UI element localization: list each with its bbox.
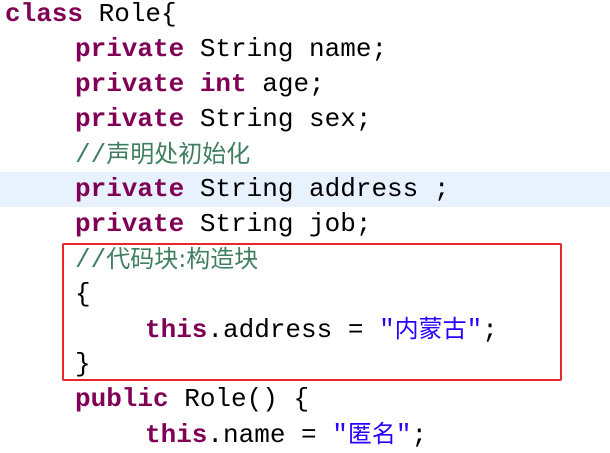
comment-token: //: [75, 245, 107, 275]
comment-token: 声明处初始化: [106, 140, 251, 168]
code-line[interactable]: this.address = "内蒙古";: [0, 312, 610, 347]
code-line[interactable]: private int age;: [0, 67, 610, 102]
code-line[interactable]: //代码块:构造块: [0, 242, 610, 277]
code-text: .address =: [207, 315, 380, 345]
keyword-token: private: [75, 104, 185, 134]
string-token: ": [395, 420, 412, 450]
comment-token: 代码块:构造块: [106, 245, 259, 273]
keyword-token: private: [75, 69, 185, 99]
code-line[interactable]: {: [0, 277, 610, 312]
code-text: ;: [482, 315, 498, 345]
code-line[interactable]: private String address ;: [0, 172, 610, 207]
code-line[interactable]: //声明处初始化: [0, 137, 610, 172]
string-token: ": [332, 420, 348, 450]
code-line[interactable]: private String name;: [0, 32, 610, 67]
string-token: 内蒙古: [394, 315, 467, 343]
keyword-token: this: [145, 420, 208, 450]
code-text: .name =: [207, 420, 333, 450]
code-text: }: [75, 349, 91, 379]
code-text: String sex;: [184, 104, 372, 134]
keyword-token: public: [75, 384, 169, 414]
code-line[interactable]: }: [0, 347, 610, 382]
string-token: 匿名: [347, 420, 396, 448]
code-text: Role() {: [168, 384, 310, 414]
code-line[interactable]: class Role{: [0, 0, 610, 32]
keyword-token: class: [5, 0, 84, 29]
keyword-token: int: [199, 69, 247, 99]
keyword-token: private: [75, 34, 185, 64]
string-token: ": [379, 315, 395, 345]
code-text: String job;: [184, 209, 372, 239]
keyword-token: private: [75, 174, 185, 204]
code-text: age;: [246, 69, 325, 99]
keyword-token: private: [75, 209, 185, 239]
code-line[interactable]: this.name = "匿名";: [0, 417, 610, 452]
code-line[interactable]: private String job;: [0, 207, 610, 242]
code-line[interactable]: private String sex;: [0, 102, 610, 137]
code-text: ;: [411, 420, 428, 450]
code-line[interactable]: public Role() {: [0, 382, 610, 417]
code-text: String name;: [184, 34, 388, 64]
code-text: Role{: [83, 0, 177, 29]
comment-token: //: [75, 140, 107, 170]
string-token: ": [466, 315, 483, 345]
code-text: {: [75, 279, 91, 309]
keyword-token: this: [145, 315, 208, 345]
code-editor[interactable]: class Role{private String name; private i…: [0, 0, 610, 452]
code-text: String address ;: [184, 174, 450, 204]
